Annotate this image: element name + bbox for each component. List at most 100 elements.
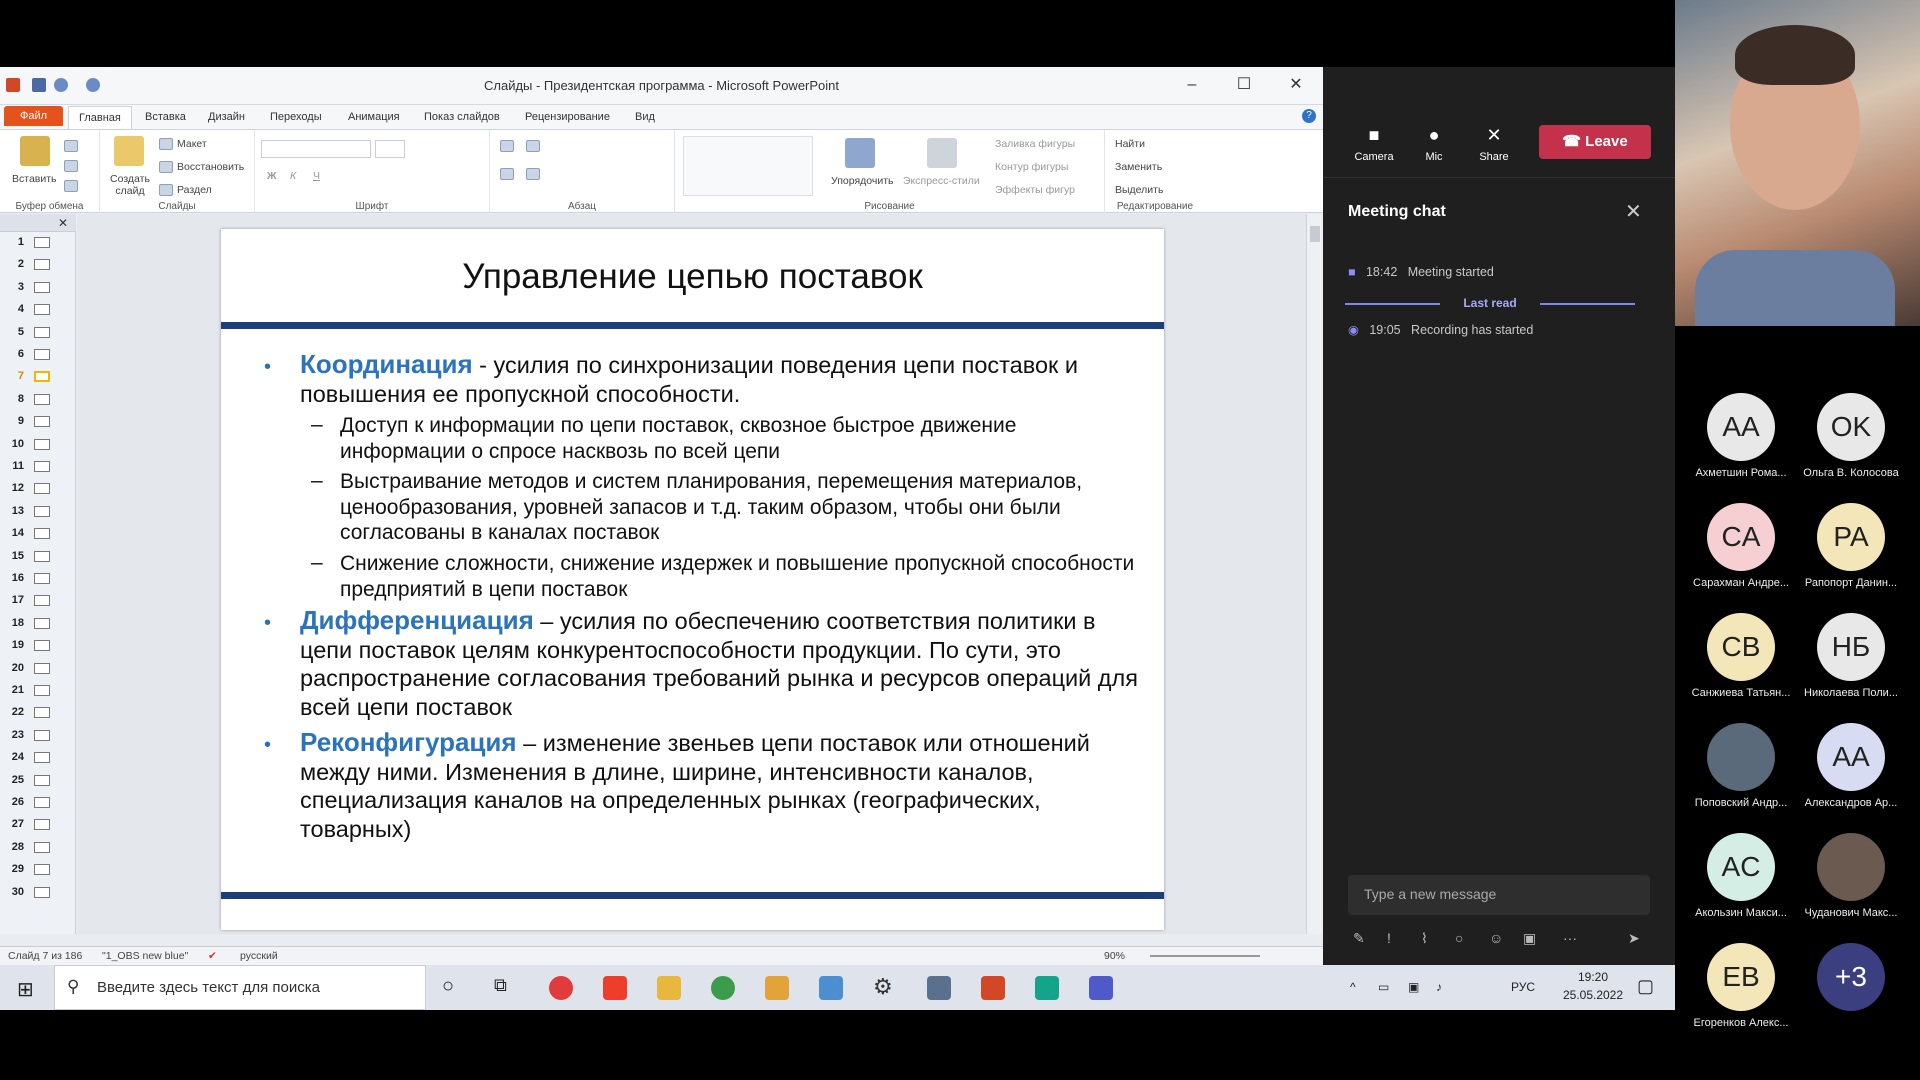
- paste-button[interactable]: Вставить: [12, 173, 57, 185]
- underline-icon[interactable]: Ч: [313, 170, 320, 182]
- slide-thumbnail[interactable]: [34, 371, 50, 383]
- bold-icon[interactable]: Ж: [267, 170, 277, 182]
- shape-effects-button[interactable]: Эффекты фигур: [995, 184, 1075, 196]
- new-slide-icon[interactable]: [114, 136, 144, 166]
- participant-avatar[interactable]: [1707, 723, 1775, 791]
- share-button[interactable]: ✕ Share: [1469, 125, 1519, 163]
- slide-thumbnail[interactable]: [34, 438, 50, 450]
- file-explorer-icon[interactable]: [657, 976, 681, 1000]
- shape-fill-button[interactable]: Заливка фигуры: [995, 138, 1075, 150]
- slide-thumbnail[interactable]: [34, 393, 50, 405]
- slide-thumbnail[interactable]: [34, 662, 50, 674]
- app-icon[interactable]: [1035, 976, 1059, 1000]
- align-left-icon[interactable]: [500, 168, 514, 180]
- network-icon[interactable]: ▣: [1408, 980, 1419, 994]
- section-button[interactable]: Раздел: [177, 184, 212, 196]
- gif-icon[interactable]: ▣: [1523, 930, 1536, 947]
- send-icon[interactable]: ➤: [1628, 930, 1640, 947]
- maximize-icon[interactable]: ☐: [1229, 73, 1259, 97]
- app-icon[interactable]: [765, 976, 789, 1000]
- cut-icon[interactable]: [64, 140, 78, 152]
- slide-thumbnail[interactable]: [34, 729, 50, 741]
- language-indicator[interactable]: русский: [240, 950, 278, 962]
- tab-insert[interactable]: Вставка: [137, 109, 194, 125]
- camera-button[interactable]: ■ Camera: [1349, 125, 1399, 163]
- slide-thumbnail[interactable]: [34, 326, 50, 338]
- vertical-scrollbar[interactable]: [1306, 214, 1323, 934]
- slide-thumbnail[interactable]: [34, 505, 50, 517]
- chrome-icon[interactable]: [711, 976, 735, 1000]
- speaker-video[interactable]: [1675, 0, 1920, 326]
- slide-thumbnail[interactable]: [34, 573, 50, 584]
- slide-thumbnail[interactable]: [34, 617, 50, 629]
- participant-avatar[interactable]: EB: [1707, 943, 1775, 1011]
- close-chat-icon[interactable]: ✕: [1625, 199, 1642, 224]
- mic-button[interactable]: ● Mic: [1409, 125, 1459, 163]
- slide-thumbnail[interactable]: [34, 886, 50, 898]
- replace-button[interactable]: Заменить: [1115, 161, 1162, 173]
- teams-taskbar-icon[interactable]: [1089, 976, 1113, 1000]
- close-icon[interactable]: ✕: [1281, 73, 1311, 97]
- align-center-icon[interactable]: [526, 168, 540, 180]
- bullets-icon[interactable]: [500, 140, 514, 152]
- current-slide[interactable]: Управление цепью поставок • Координация …: [221, 229, 1164, 930]
- language-indicator[interactable]: РУС: [1511, 980, 1535, 994]
- tab-design[interactable]: Дизайн: [200, 109, 253, 125]
- participant-avatar[interactable]: +3: [1817, 943, 1885, 1011]
- leave-button[interactable]: ☎ Leave: [1539, 125, 1651, 159]
- find-button[interactable]: Найти: [1115, 138, 1145, 150]
- close-panel-icon[interactable]: ✕: [58, 216, 68, 230]
- copy-icon[interactable]: [64, 160, 78, 172]
- notifications-icon[interactable]: ▢: [1637, 976, 1654, 997]
- taskbar-search[interactable]: ⚲ Введите здесь текст для поиска: [54, 965, 426, 1010]
- slide-thumbnail[interactable]: [34, 237, 50, 248]
- arrange-button[interactable]: Упорядочить: [831, 175, 893, 187]
- tab-file[interactable]: Файл: [4, 106, 64, 126]
- slides-panel[interactable]: ✕ 1 2 3 4 5 6 7 8 9 10 11 12 13 14 15 16 17 18 19 20 21 22 23 2…: [0, 214, 76, 934]
- slide-thumbnail[interactable]: [34, 416, 50, 428]
- new-slide-button[interactable]: Создать слайд: [110, 173, 150, 197]
- participant-avatar[interactable]: OK: [1817, 393, 1885, 461]
- select-button[interactable]: Выделить: [1115, 184, 1163, 196]
- volume-icon[interactable]: ♪: [1436, 980, 1442, 994]
- participant-avatar[interactable]: PA: [1817, 503, 1885, 571]
- participant-avatar[interactable]: НБ: [1817, 613, 1885, 681]
- minimize-icon[interactable]: –: [1177, 73, 1207, 97]
- app-icon[interactable]: [819, 976, 843, 1000]
- tray-chevron-icon[interactable]: ^: [1350, 980, 1356, 994]
- slide-thumbnail[interactable]: [34, 797, 50, 808]
- slide-thumbnail[interactable]: [34, 259, 50, 271]
- slide-thumbnail[interactable]: [34, 685, 50, 696]
- participant-avatar[interactable]: AA: [1707, 393, 1775, 461]
- participant-avatar[interactable]: CB: [1707, 613, 1775, 681]
- spellcheck-icon[interactable]: ✔: [208, 950, 217, 962]
- slide-thumbnail[interactable]: [34, 774, 50, 786]
- slide-thumbnail[interactable]: [34, 819, 50, 831]
- slide-thumbnail[interactable]: [34, 304, 50, 316]
- slide-thumbnail[interactable]: [34, 707, 50, 719]
- more-icon[interactable]: ···: [1563, 930, 1577, 946]
- clock-date[interactable]: 25.05.2022: [1560, 988, 1626, 1002]
- font-size-select[interactable]: [375, 140, 405, 158]
- tab-review[interactable]: Рецензирование: [517, 109, 618, 125]
- participant-avatar[interactable]: AC: [1707, 833, 1775, 901]
- layout-button[interactable]: Макет: [177, 138, 207, 150]
- task-view-icon[interactable]: ⧉: [494, 975, 507, 996]
- slide-thumbnail[interactable]: [34, 349, 50, 360]
- yandex-browser-icon[interactable]: [549, 976, 573, 1000]
- tab-home[interactable]: Главная: [68, 106, 132, 129]
- emoji-icon[interactable]: ☺: [1489, 930, 1503, 946]
- clock-time[interactable]: 19:20: [1560, 970, 1626, 984]
- zoom-slider[interactable]: [1150, 955, 1260, 957]
- help-icon[interactable]: ?: [1302, 109, 1316, 123]
- powerpoint-taskbar-icon[interactable]: [981, 976, 1005, 1000]
- battery-icon[interactable]: ▭: [1378, 980, 1389, 994]
- slide-thumbnail[interactable]: [34, 550, 50, 562]
- important-icon[interactable]: !: [1387, 930, 1391, 946]
- zoom-level[interactable]: 90%: [1104, 950, 1125, 962]
- slide-thumbnail[interactable]: [34, 281, 50, 293]
- slide-thumbnail[interactable]: [34, 461, 50, 472]
- shape-outline-button[interactable]: Контур фигуры: [995, 161, 1068, 173]
- tab-view[interactable]: Вид: [627, 109, 663, 125]
- scroll-thumb[interactable]: [1310, 226, 1320, 242]
